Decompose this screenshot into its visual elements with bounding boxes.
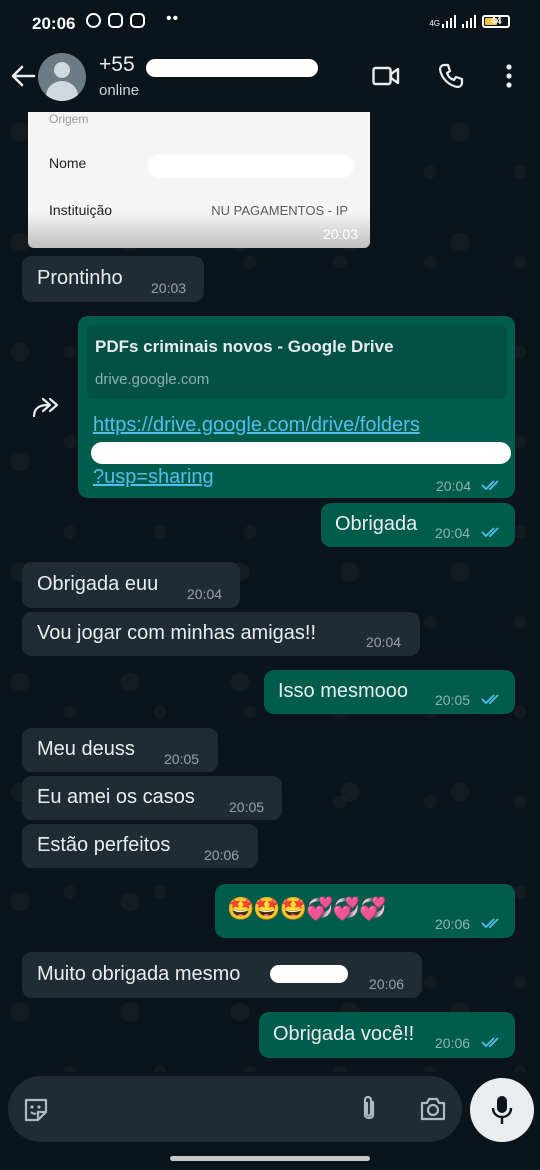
redaction-mark [146, 59, 318, 77]
message-text: Obrigada você!! [273, 1023, 415, 1045]
system-icons: 4G 44 [429, 14, 510, 28]
outgoing-message[interactable]: Isso mesmooo 20:05 [264, 670, 515, 714]
voice-message-button[interactable] [470, 1078, 534, 1142]
notification-icons [86, 13, 145, 28]
more-notifications-icon: •• [166, 10, 180, 27]
network-type: 4G [429, 19, 440, 28]
link-url[interactable]: ?usp=sharing [93, 466, 214, 489]
battery-icon: 44 [482, 15, 510, 28]
contact-status: online [99, 82, 140, 99]
chat-header: +55 online [0, 46, 540, 112]
attach-icon[interactable] [358, 1094, 380, 1124]
more-options-icon[interactable] [505, 63, 513, 89]
whatsapp-notification-icon [86, 13, 101, 28]
message-time: 20:05 [435, 692, 471, 708]
message-time: 20:03 [322, 226, 358, 242]
message-time: 20:04 [187, 586, 223, 602]
message-time: 20:06 [369, 976, 405, 992]
message-time: 20:05 [164, 751, 200, 767]
link-preview-domain: drive.google.com [95, 371, 210, 388]
read-receipt-icon [481, 527, 499, 538]
outgoing-message[interactable]: Obrigada você!! 20:06 [259, 1012, 515, 1058]
outgoing-message[interactable]: Obrigada 20:04 [321, 503, 515, 547]
status-bar: 20:06 •• 4G 44 [0, 0, 540, 46]
message-text: Obrigada [335, 513, 418, 535]
read-receipt-icon [481, 694, 499, 705]
mic-icon [491, 1096, 513, 1124]
link-preview[interactable]: PDFs criminais novos - Google Drive driv… [87, 325, 507, 399]
signal-icon [462, 14, 476, 28]
link-preview-title: PDFs criminais novos - Google Drive [95, 337, 394, 356]
video-call-icon[interactable] [372, 63, 400, 89]
back-arrow-icon[interactable] [10, 63, 36, 89]
redaction-mark [148, 155, 353, 177]
link-url[interactable]: https://drive.google.com/drive/folders [93, 414, 420, 437]
message-time: 20:03 [151, 280, 187, 296]
signal-icon [442, 14, 456, 28]
battery-level: 44 [490, 16, 502, 27]
message-time: 20:06 [435, 916, 471, 932]
message-time: 20:05 [229, 799, 265, 815]
incoming-message[interactable]: Eu amei os casos 20:05 [22, 776, 282, 820]
message-time: 20:06 [204, 847, 240, 863]
message-text: Obrigada euu [37, 573, 159, 595]
redaction-mark [270, 965, 348, 983]
message-text: Estão perfeitos [37, 834, 171, 856]
read-receipt-icon [481, 480, 499, 491]
instagram-notification-icon [130, 13, 145, 28]
incoming-message[interactable]: Muito obrigada mesmo 20:06 [22, 952, 422, 998]
message-time: 20:04 [435, 525, 471, 541]
message-time: 20:06 [435, 1035, 471, 1051]
emoji-message-text: 🤩🤩🤩💞💞💞 [227, 896, 386, 921]
avatar[interactable] [38, 53, 86, 101]
forward-icon[interactable] [30, 396, 60, 420]
message-time: 20:04 [366, 634, 402, 650]
outgoing-message[interactable]: 🤩🤩🤩💞💞💞 20:06 [215, 884, 515, 938]
receipt-label: Nome [49, 155, 87, 171]
instagram-notification-icon [108, 13, 123, 28]
read-receipt-icon [481, 918, 499, 929]
camera-icon[interactable] [419, 1096, 447, 1122]
message-time: 20:04 [436, 478, 472, 494]
message-text: Eu amei os casos [37, 786, 195, 808]
message-text: Isso mesmooo [278, 680, 409, 702]
receipt-section-label: Origem [49, 112, 89, 126]
message-text: Meu deuss [37, 738, 135, 760]
incoming-message[interactable]: Obrigada euu 20:04 [22, 562, 240, 608]
read-receipt-icon [481, 1037, 499, 1048]
redaction-mark [91, 442, 511, 464]
incoming-message[interactable]: Estão perfeitos 20:06 [22, 824, 258, 868]
message-text: Muito obrigada mesmo [37, 963, 241, 985]
contact-name[interactable]: +55 [99, 53, 135, 77]
receipt-image-message[interactable]: Origem Nome Instituição NU PAGAMENTOS - … [28, 112, 370, 248]
incoming-message[interactable]: Vou jogar com minhas amigas!! 20:04 [22, 612, 420, 656]
incoming-message[interactable]: Prontinho 20:03 [22, 256, 204, 302]
incoming-message[interactable]: Meu deuss 20:05 [22, 728, 218, 772]
phone-icon[interactable] [438, 63, 464, 89]
message-input[interactable] [8, 1076, 462, 1142]
home-indicator[interactable] [170, 1156, 370, 1161]
sticker-icon[interactable] [22, 1096, 50, 1124]
message-text: Vou jogar com minhas amigas!! [37, 622, 317, 644]
message-text: Prontinho [37, 267, 123, 289]
status-time: 20:06 [32, 14, 76, 33]
